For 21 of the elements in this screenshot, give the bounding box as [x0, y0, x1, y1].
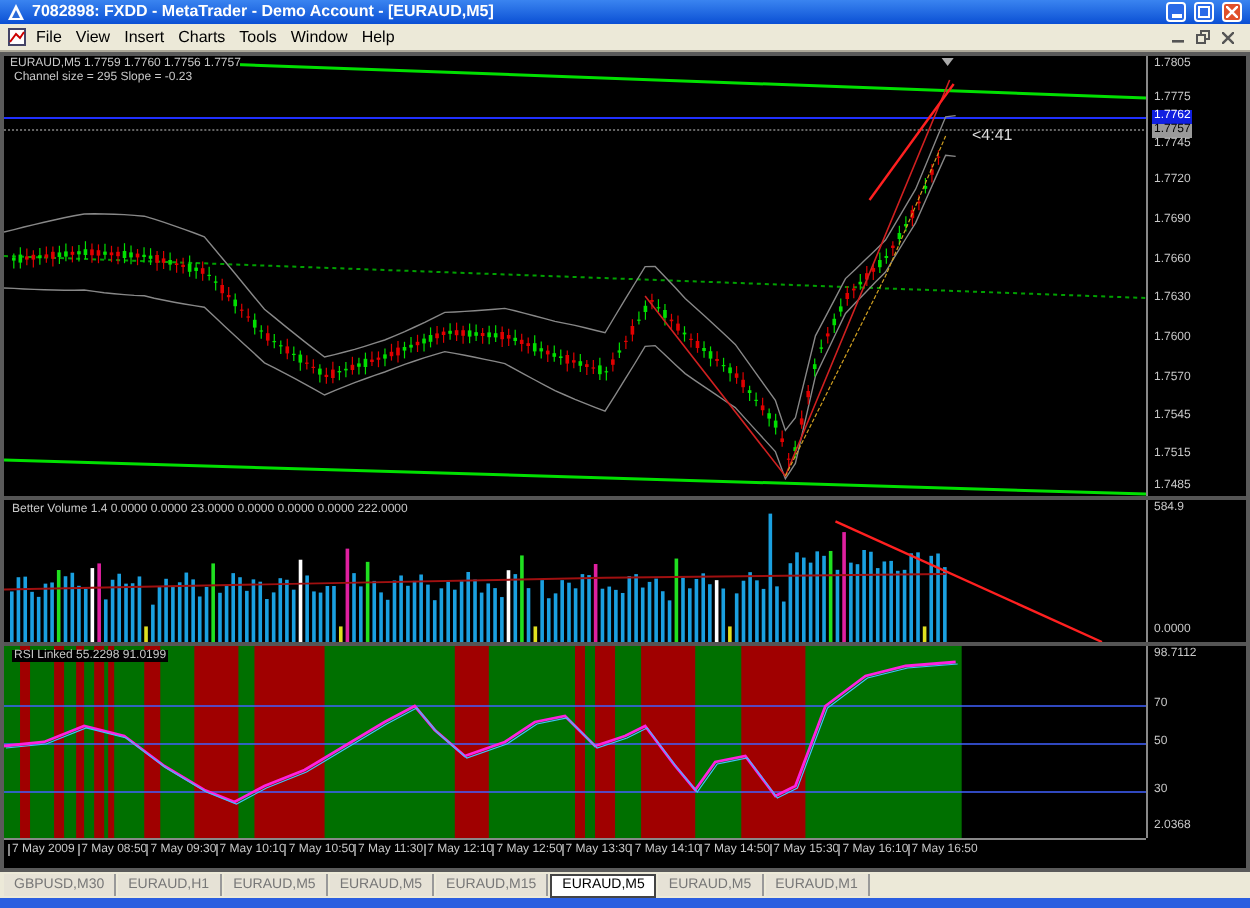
shift-marker-icon: [941, 58, 954, 66]
minimize-button[interactable]: [1166, 2, 1186, 22]
chart-icon: [8, 28, 26, 46]
menu-item[interactable]: Tools: [233, 29, 283, 45]
window-title: 7082898: FXDD - MetaTrader - Demo Account - [EURAUD,M5]: [32, 4, 494, 20]
menu-item[interactable]: View: [69, 29, 117, 45]
close-icon: [1226, 6, 1238, 18]
menu-item[interactable]: Insert: [118, 29, 171, 45]
app-icon: [8, 4, 24, 20]
menu-item[interactable]: Window: [284, 29, 354, 45]
minimize-icon: [1171, 14, 1181, 18]
countdown-label: <4:41: [972, 128, 1013, 144]
menu-item[interactable]: Help: [355, 29, 401, 45]
maximize-icon: [1198, 6, 1210, 18]
menu-item[interactable]: File: [30, 29, 68, 45]
trend-line: [868, 83, 955, 201]
close-button[interactable]: [1222, 2, 1242, 22]
menu-item[interactable]: Charts: [172, 29, 232, 45]
maximize-button[interactable]: [1194, 2, 1214, 22]
restore-icon[interactable]: [1196, 30, 1210, 44]
close-icon[interactable]: [1222, 31, 1234, 43]
